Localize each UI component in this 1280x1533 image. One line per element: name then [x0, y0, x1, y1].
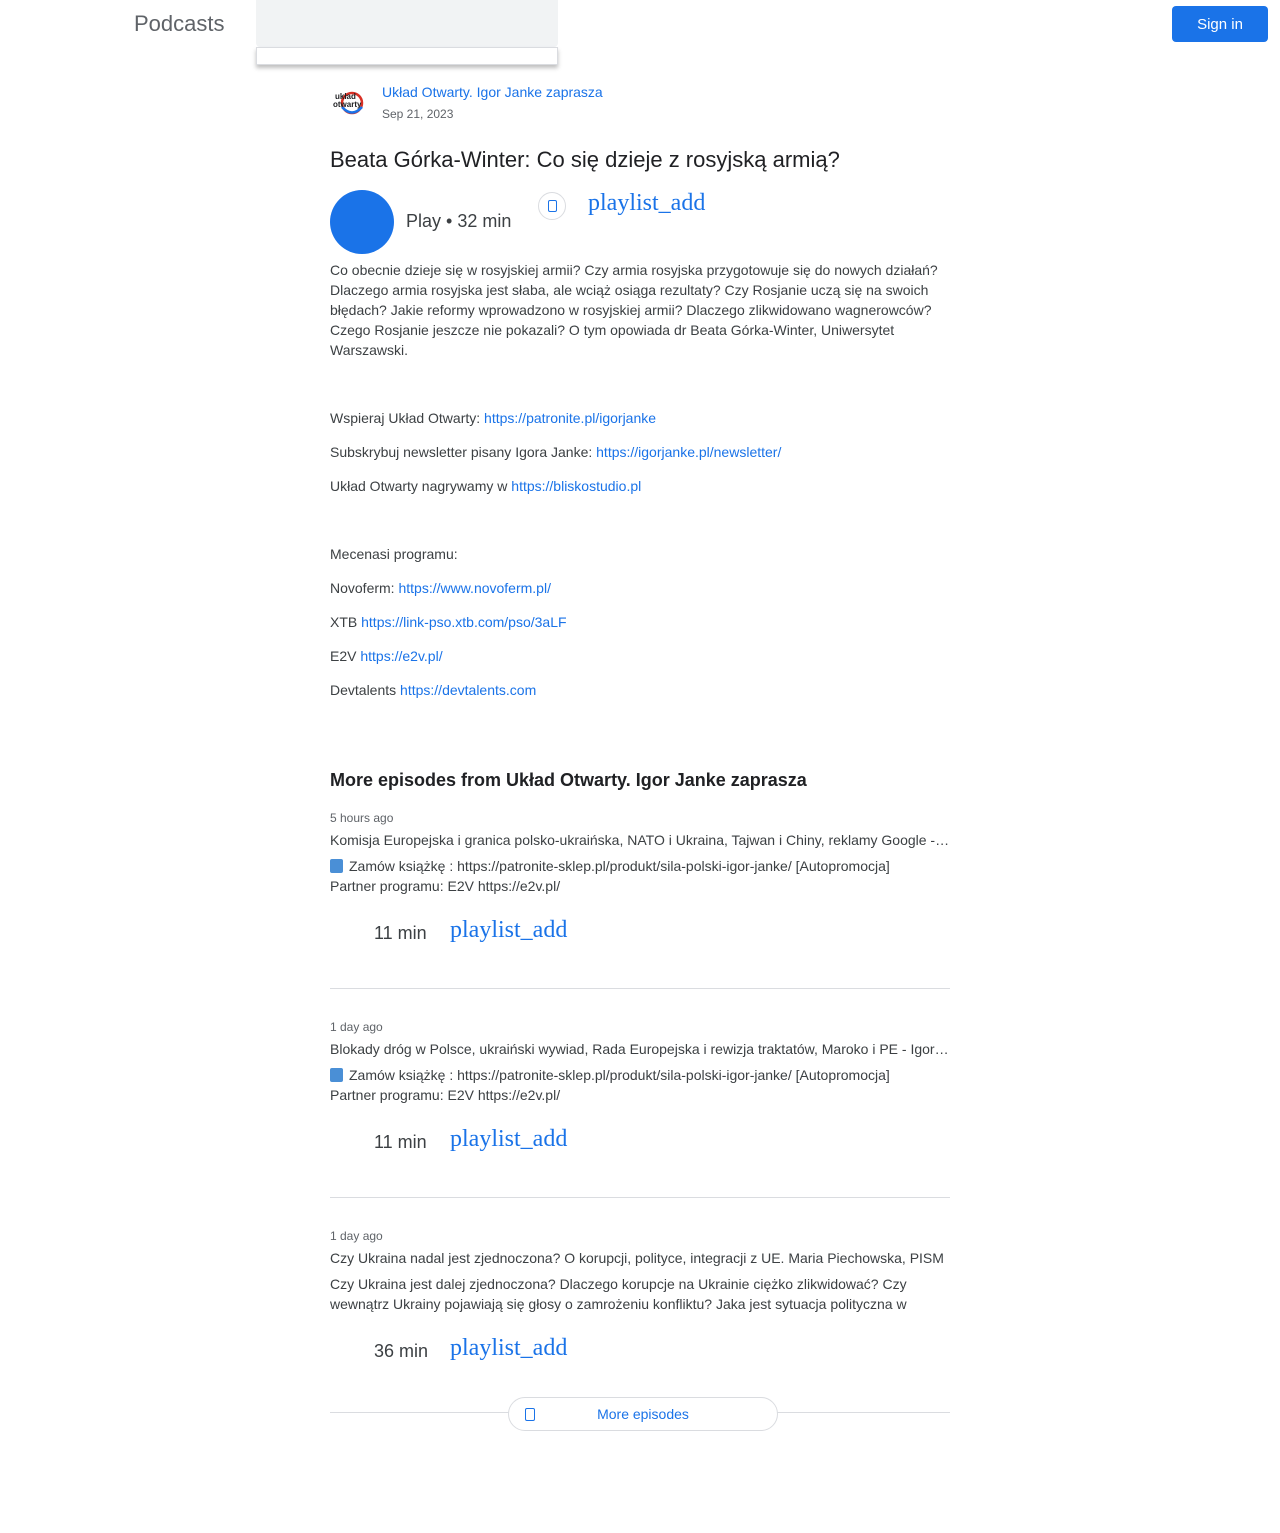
description-line: Zamów książkę : https://patronite-sklep.…	[349, 1067, 890, 1083]
search-input[interactable]	[256, 0, 558, 47]
more-episodes-heading: More episodes from Układ Otwarty. Igor J…	[330, 770, 807, 790]
sponsor-prefix: Novoferm:	[330, 580, 399, 596]
play-duration-label[interactable]: Play • 32 min	[406, 211, 511, 232]
studio-line: Układ Otwarty nagrywamy w https://blisko…	[330, 476, 641, 496]
sponsor-prefix: Devtalents	[330, 682, 401, 698]
more-episodes-button[interactable]: More episodes	[508, 1397, 778, 1431]
episode-age: 1 day ago	[330, 1020, 383, 1034]
episode-description: Co obecnie dzieje się w rosyjskiej armii…	[330, 260, 950, 360]
episode-list-item[interactable]: 5 hours ago Komisja Europejska i granica…	[330, 811, 950, 1020]
link-prefix: Wspieraj Układ Otwarty:	[330, 410, 485, 426]
sponsor-prefix: E2V	[330, 648, 361, 664]
show-name-link[interactable]: Układ Otwarty. Igor Janke zaprasza	[382, 84, 603, 100]
search-suggestions-dropdown	[256, 47, 558, 65]
studio-link[interactable]: https://bliskostudio.pl	[511, 478, 641, 494]
description-text: Co obecnie dzieje się w rosyjskiej armii…	[330, 262, 938, 358]
description-line: Czy Ukraina jest dalej zjednoczona? Dlac…	[330, 1276, 907, 1292]
publish-date: Sep 21, 2023	[382, 107, 454, 121]
xtb-link[interactable]: https://link-pso.xtb.com/pso/3aLF	[361, 614, 566, 630]
patronite-link[interactable]: https://patronite.pl/igorjanke	[484, 410, 656, 426]
episode-title: Beata Górka-Winter: Co się dzieje z rosy…	[330, 147, 840, 172]
episode-age: 1 day ago	[330, 1229, 383, 1243]
novoferm-link[interactable]: https://www.novoferm.pl/	[398, 580, 551, 596]
link-prefix: Układ Otwarty nagrywamy w	[330, 478, 512, 494]
description-line: Zamów książkę : https://patronite-sklep.…	[349, 858, 890, 874]
description-line: Partner programu: E2V https://e2v.pl/	[330, 878, 561, 894]
book-emoji-icon	[330, 1068, 343, 1082]
divider	[330, 988, 950, 989]
episode-item-title[interactable]: Komisja Europejska i granica polsko-ukra…	[330, 832, 950, 848]
episode-age: 5 hours ago	[330, 811, 394, 825]
sponsor-line: E2V https://e2v.pl/	[330, 646, 443, 666]
show-info: układ otwarty Układ Otwarty. Igor Janke …	[330, 84, 950, 124]
link-prefix: Subskrybuj newsletter pisany Igora Janke…	[330, 444, 597, 460]
add-to-playlist-button[interactable]: playlist_add	[588, 190, 705, 217]
sign-in-button[interactable]: Sign in	[1172, 6, 1268, 42]
add-to-playlist-button[interactable]: playlist_add	[450, 1126, 567, 1153]
description-line: Partner programu: E2V https://e2v.pl/	[330, 1087, 561, 1103]
more-episodes-label: More episodes	[597, 1406, 689, 1422]
app-header: Podcasts Sign in	[0, 0, 1280, 65]
episode-play-duration[interactable]: 36 min	[374, 1341, 428, 1362]
share-icon	[547, 200, 557, 212]
episode-item-description: Zamów książkę : https://patronite-sklep.…	[330, 856, 950, 896]
e2v-link[interactable]: https://e2v.pl/	[360, 648, 442, 664]
newsletter-line: Subskrybuj newsletter pisany Igora Janke…	[330, 442, 781, 462]
divider	[330, 1197, 950, 1198]
episode-item-title[interactable]: Czy Ukraina nadal jest zjednoczona? O ko…	[330, 1250, 950, 1266]
devtalents-link[interactable]: https://devtalents.com	[400, 682, 536, 698]
episode-list-item[interactable]: 1 day ago Blokady dróg w Polsce, ukraińs…	[330, 1020, 950, 1229]
episode-item-title[interactable]: Blokady dróg w Polsce, ukraiński wywiad,…	[330, 1041, 950, 1057]
episode-item-description: Czy Ukraina jest dalej zjednoczona? Dlac…	[330, 1274, 950, 1314]
play-button[interactable]	[330, 190, 394, 254]
play-controls: Play • 32 min playlist_add	[330, 190, 950, 254]
sponsor-line: Novoferm: https://www.novoferm.pl/	[330, 578, 551, 598]
episode-item-description: Zamów książkę : https://patronite-sklep.…	[330, 1065, 950, 1105]
episode-play-duration[interactable]: 11 min	[374, 1132, 427, 1153]
sponsor-line: Devtalents https://devtalents.com	[330, 680, 536, 700]
add-to-playlist-button[interactable]: playlist_add	[450, 1335, 567, 1362]
episode-play-duration[interactable]: 11 min	[374, 923, 427, 944]
book-emoji-icon	[330, 859, 343, 873]
sponsor-prefix: XTB	[330, 614, 362, 630]
newsletter-link[interactable]: https://igorjanke.pl/newsletter/	[596, 444, 781, 460]
add-to-playlist-button[interactable]: playlist_add	[450, 917, 567, 944]
description-line: wewnątrz Ukrainy pojawiają się głosy o z…	[330, 1296, 907, 1312]
support-line: Wspieraj Układ Otwarty: https://patronit…	[330, 408, 656, 428]
share-button[interactable]	[538, 192, 566, 220]
sponsor-line: XTB https://link-pso.xtb.com/pso/3aLF	[330, 612, 567, 632]
svg-text:otwarty: otwarty	[333, 100, 362, 109]
sponsors-heading: Mecenasi programu:	[330, 546, 458, 562]
show-logo[interactable]: układ otwarty	[332, 88, 368, 116]
subscriptions-icon	[525, 1408, 535, 1421]
more-episodes-row: More episodes	[330, 1397, 950, 1431]
podcasts-logo[interactable]: Podcasts	[134, 11, 225, 37]
